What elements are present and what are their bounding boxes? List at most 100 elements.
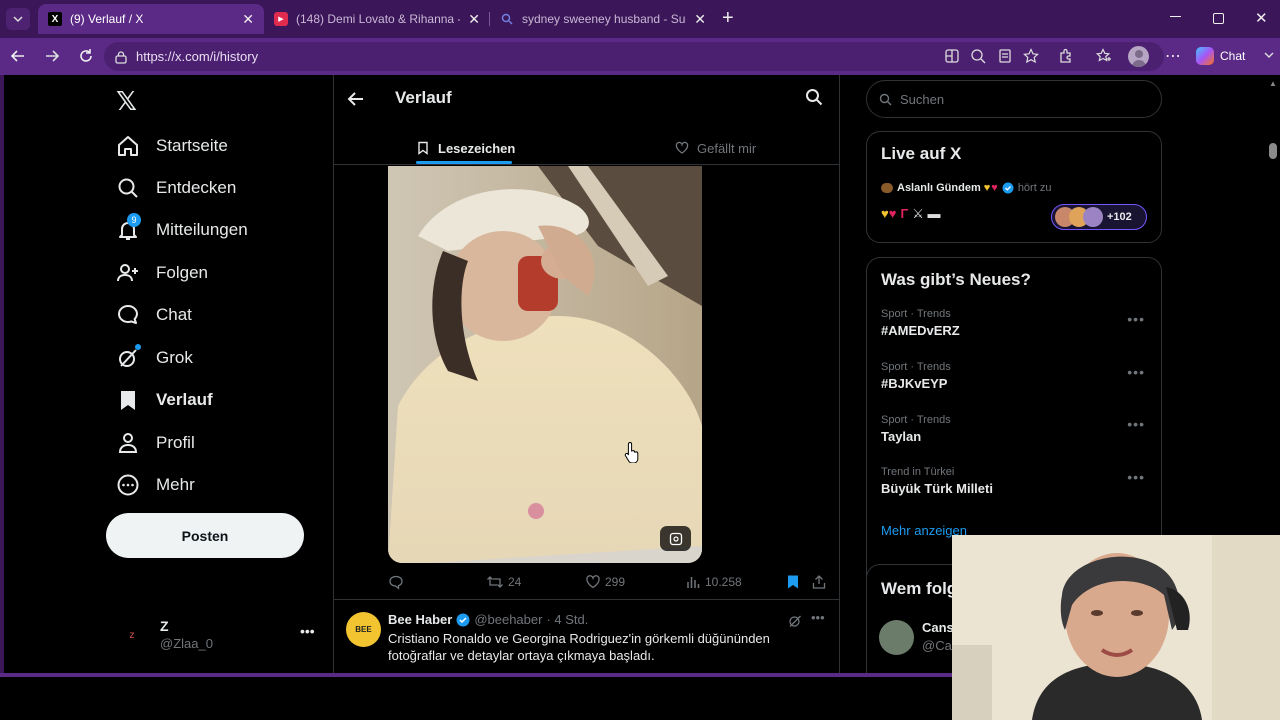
reading-view-icon[interactable] (997, 48, 1015, 66)
share-icon (812, 575, 826, 589)
tab-youtube[interactable]: ▶ (148) Demi Lovato & Rihanna - Sta ✕ (264, 4, 490, 34)
favorites-icon[interactable] (1096, 48, 1114, 66)
arrow-right-icon (46, 50, 60, 62)
post-time[interactable]: · 4 Std. (546, 612, 588, 627)
back-button[interactable] (346, 89, 366, 109)
avatar[interactable] (879, 620, 914, 655)
hand-cursor-icon (624, 441, 642, 463)
url-text: https://x.com/i/history (136, 49, 259, 64)
trend-more-icon[interactable]: ••• (1127, 364, 1145, 380)
x-logo-icon[interactable]: 𝕏 (116, 87, 137, 117)
post-author[interactable]: Bee Haber (388, 612, 452, 627)
live-host: Aslanlı Gündem (897, 182, 981, 194)
tab-x-history[interactable]: X (9) Verlauf / X ✕ (38, 4, 264, 34)
trend-item[interactable]: Trend in Türkei Büyük Türk Milleti (881, 466, 993, 496)
post-handle[interactable]: @beehaber (474, 612, 542, 627)
tab-search[interactable]: sydney sweeney husband - Suche ✕ (490, 4, 716, 34)
news-title: Was gibt’s Neues? (881, 270, 1031, 289)
copilot-icon (1196, 47, 1214, 65)
listener-count: +102 (1107, 211, 1132, 223)
profile-avatar[interactable] (1128, 46, 1149, 67)
share-button[interactable] (811, 574, 831, 590)
close-window-button[interactable]: ✕ (1255, 9, 1268, 27)
like-button[interactable]: 299 (585, 574, 625, 590)
nav-item-grok[interactable]: Grok (116, 343, 193, 373)
reply-button[interactable] (388, 574, 408, 590)
nav-item-chat[interactable]: Chat (116, 300, 192, 330)
nav-item-explore[interactable]: Entdecken (116, 173, 236, 203)
close-tab-icon[interactable]: ✕ (694, 11, 706, 28)
alt-text-icon[interactable] (660, 526, 691, 551)
scrollbar-thumb[interactable] (1269, 143, 1277, 159)
search-placeholder: Suchen (900, 91, 945, 107)
trend-item[interactable]: Sport · Trends #BJKvEYP (881, 361, 951, 391)
like-count: 299 (605, 575, 626, 589)
copilot-chat-button[interactable]: Chat (1196, 47, 1245, 65)
tab-title: (148) Demi Lovato & Rihanna - Sta (296, 12, 460, 26)
search-input[interactable]: Suchen (866, 80, 1162, 118)
suggestion-name[interactable]: Cans (922, 620, 954, 635)
trend-more-icon[interactable]: ••• (1127, 416, 1145, 432)
bookmark-outline-icon (418, 141, 428, 155)
webcam-video (952, 535, 1280, 720)
search-button[interactable] (805, 88, 823, 106)
close-tab-icon[interactable]: ✕ (242, 11, 254, 28)
trend-more-icon[interactable]: ••• (1127, 311, 1145, 327)
repost-button[interactable]: 24 (486, 574, 521, 590)
tab-bookmarks[interactable]: Lesezeichen (416, 133, 515, 163)
nav-label: Entdecken (156, 178, 237, 197)
favorite-star-icon[interactable] (1023, 48, 1041, 66)
reload-button[interactable] (77, 47, 97, 67)
main-column: Verlauf Lesezeichen Gefällt mir 24 299 1… (333, 75, 840, 675)
nav-item-follow[interactable]: Folgen (116, 258, 208, 288)
account-switcher[interactable]: z Z @Zlaa_0 ••• (118, 615, 318, 655)
tab-actions-button[interactable] (6, 8, 30, 30)
account-handle: @Zlaa_0 (160, 636, 213, 651)
zoom-icon[interactable] (970, 48, 988, 66)
maximize-button[interactable] (1213, 13, 1224, 24)
search-icon (500, 12, 514, 26)
extensions-icon[interactable] (1058, 48, 1076, 66)
nav-item-history[interactable]: Verlauf (116, 385, 213, 415)
split-screen-icon[interactable] (944, 48, 962, 66)
chevron-down-icon[interactable] (1264, 50, 1274, 60)
tab-likes[interactable]: Gefällt mir (675, 133, 756, 163)
live-card: Live auf X Aslanlı Gündem ♥ ♥ hört zu ♥♥… (866, 131, 1162, 243)
close-tab-icon[interactable]: ✕ (468, 11, 480, 28)
post-more-icon[interactable]: ••• (811, 610, 825, 625)
listener-avatars[interactable]: +102 (1051, 204, 1147, 230)
trend-item[interactable]: Sport · Trends Taylan (881, 414, 951, 444)
scroll-up-icon[interactable]: ▲ (1269, 79, 1277, 88)
trend-item[interactable]: Sport · Trends #AMEDvERZ (881, 308, 960, 338)
next-post[interactable]: BEE Bee Haber @beehaber · 4 Std. ••• Cri… (334, 600, 839, 675)
new-tab-button[interactable]: + (722, 8, 734, 28)
nav-item-profile[interactable]: Profil (116, 428, 195, 458)
home-icon (116, 134, 140, 158)
nav-item-home[interactable]: Startseite (116, 131, 228, 161)
site-info-icon[interactable] (114, 50, 128, 64)
avatar: z (118, 621, 146, 649)
bookmark-button[interactable] (786, 574, 804, 590)
live-space-row[interactable]: Aslanlı Gündem ♥ ♥ hört zu (881, 182, 1051, 194)
post-button[interactable]: Posten (106, 513, 304, 558)
settings-more-icon[interactable]: ⋯ (1165, 46, 1181, 66)
search-icon (116, 176, 140, 200)
search-icon (806, 89, 823, 106)
heart-emoji-icon: ♥ (983, 182, 991, 194)
post-image[interactable] (388, 166, 702, 563)
minimize-button[interactable] (1170, 10, 1182, 22)
trend-more-icon[interactable]: ••• (1127, 469, 1145, 485)
nav-item-notifications[interactable]: 9 Mitteilungen (116, 213, 248, 245)
nav-label: Chat (156, 305, 192, 324)
back-button[interactable] (9, 47, 29, 67)
bell-icon: 9 (116, 213, 141, 242)
photo-content (388, 166, 702, 563)
avatar: BEE (346, 612, 381, 647)
nav-item-more[interactable]: Mehr (116, 470, 195, 500)
forward-button[interactable] (43, 47, 63, 67)
youtube-icon: ▶ (274, 12, 288, 26)
views-button[interactable]: 10.258 (685, 574, 742, 590)
bookmark-icon (116, 388, 140, 412)
more-icon[interactable]: ••• (300, 623, 315, 639)
grok-icon[interactable] (788, 614, 802, 628)
